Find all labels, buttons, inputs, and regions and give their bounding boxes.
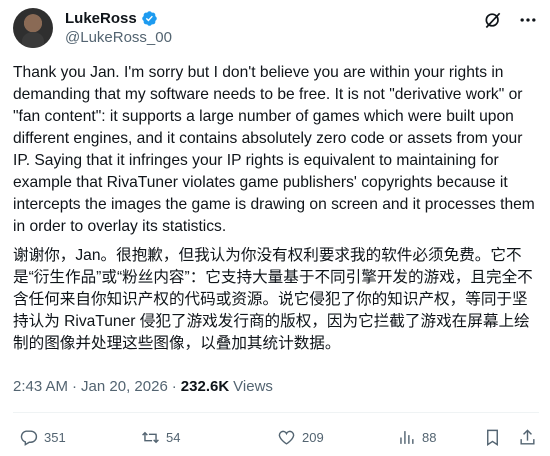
action-bar: 351 54 209 88 (13, 428, 539, 450)
share-button[interactable] (518, 428, 537, 447)
more-options-icon[interactable] (517, 10, 539, 30)
tweet-header: LukeRoss @LukeRoss_00 (13, 8, 539, 48)
tweet-time[interactable]: 2:43 AM (13, 377, 68, 397)
repost-button[interactable]: 54 (141, 428, 180, 447)
meta-separator: · (72, 378, 78, 395)
name-row: LukeRoss (65, 9, 158, 28)
heart-icon (278, 430, 295, 445)
views-label: Views (233, 378, 273, 395)
reply-icon (20, 430, 38, 446)
meta-separator: · (171, 378, 177, 395)
like-count: 209 (302, 430, 324, 445)
divider (13, 412, 539, 413)
tweet-text-english: Thank you Jan. I'm sorry but I don't bel… (13, 64, 535, 235)
author-handle[interactable]: @LukeRoss_00 (65, 28, 172, 47)
verified-badge-icon (141, 11, 157, 26)
reply-count: 351 (44, 430, 66, 445)
reply-button[interactable]: 351 (19, 428, 66, 447)
views-button[interactable]: 88 (397, 428, 436, 447)
tweet-date[interactable]: Jan 20, 2026 (81, 377, 168, 397)
views-count: 232.6K (180, 378, 230, 395)
like-button[interactable]: 209 (277, 428, 324, 447)
bar-chart-icon (400, 431, 414, 444)
tweet-text-chinese: 谢谢你，Jan。很抱歉，但我认为你没有权利要求我的软件必须免费。它不是“衍生作品… (13, 247, 533, 352)
display-name[interactable]: LukeRoss (65, 9, 137, 28)
repost-icon (142, 431, 159, 444)
bookmark-button[interactable] (483, 428, 502, 447)
grok-icon[interactable] (483, 10, 503, 30)
bookmark-icon (487, 429, 498, 446)
share-icon (520, 429, 535, 445)
views-action-count: 88 (422, 430, 437, 445)
tweet-meta: 2:43 AM · Jan 20, 2026 · 232.6K Views (13, 377, 273, 397)
avatar[interactable] (13, 8, 53, 48)
repost-count: 54 (166, 430, 181, 445)
